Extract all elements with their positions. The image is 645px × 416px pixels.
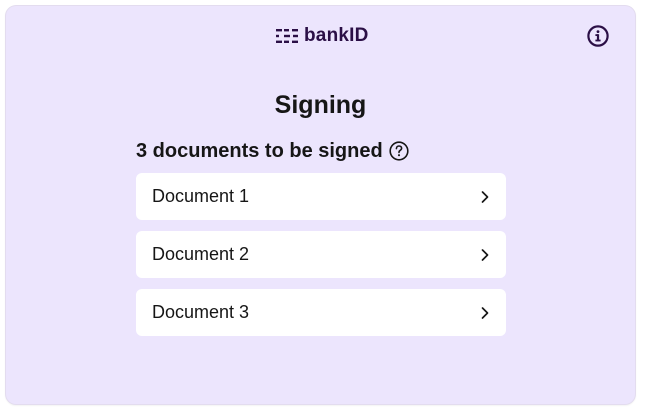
document-item-2[interactable]: Document 2: [136, 231, 506, 278]
bankid-mark-icon: [276, 29, 298, 43]
document-label: Document 1: [152, 186, 250, 206]
document-list: Document 1 Document 2 Document 3: [136, 173, 506, 347]
document-item-1[interactable]: Document 1: [136, 173, 506, 220]
bankid-logo: bankID: [276, 25, 369, 47]
page-title: Signing: [274, 91, 367, 119]
question-circle-icon[interactable]: [389, 141, 409, 161]
documents-heading: 3 documents to be signed: [136, 138, 409, 164]
info-icon: [587, 25, 609, 47]
signing-card: bankID Signing 3 documents to be signed …: [6, 6, 635, 404]
document-item-3[interactable]: Document 3: [136, 289, 506, 336]
chevron-right-icon: [481, 306, 489, 319]
info-button[interactable]: [586, 24, 610, 48]
chevron-right-icon: [481, 248, 489, 261]
brand-name: bankID: [304, 25, 369, 46]
documents-count-text: 3 documents to be signed: [136, 139, 383, 162]
chevron-right-icon: [481, 190, 489, 203]
document-label: Document 3: [152, 302, 250, 322]
document-label: Document 2: [152, 244, 250, 264]
